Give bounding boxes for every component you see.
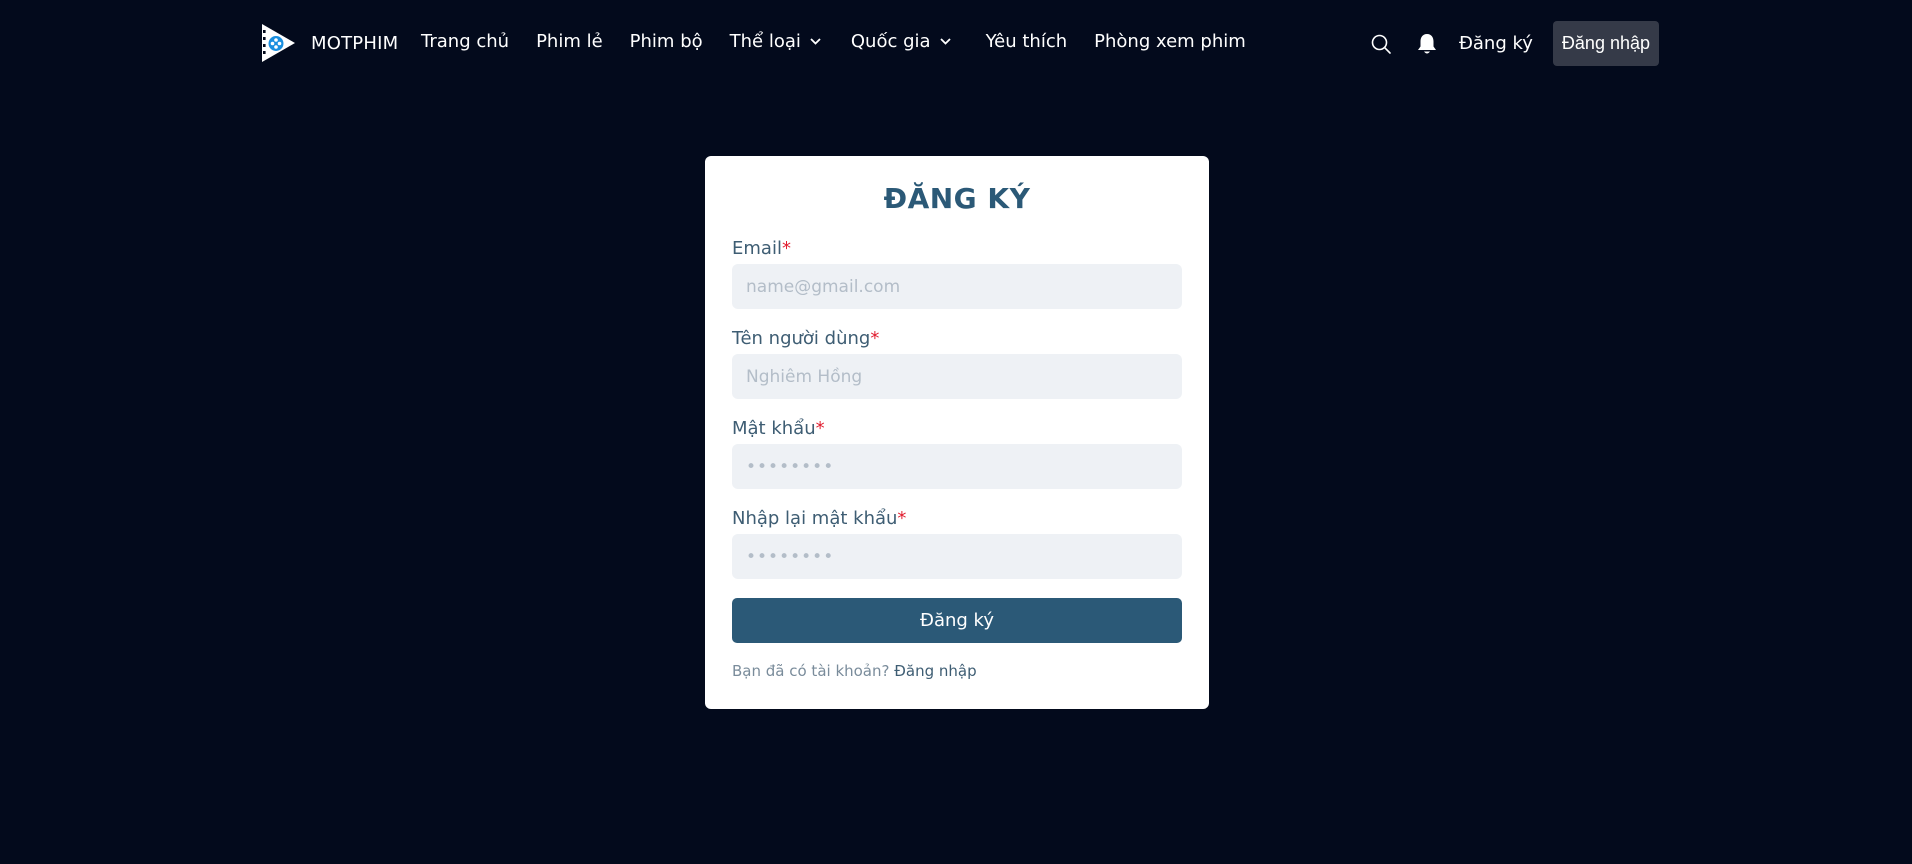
required-mark: * [897,508,907,529]
nav-item-home[interactable]: Trang chủ [421,31,509,52]
required-mark: * [781,238,791,259]
logo-text: MOTPHIM [311,32,399,54]
header-register-link[interactable]: Đăng ký [1459,33,1533,54]
main-nav: Trang chủ Phim lẻ Phim bộ Thể loại Quốc … [421,31,1246,52]
username-label: Tên người dùng* [732,328,879,349]
register-card: ĐĂNG KÝ Email* Tên người dùng* Mật khẩu*… [705,156,1209,709]
password-field[interactable] [732,444,1182,489]
notifications-button[interactable] [1415,32,1439,56]
login-prompt-text: Bạn đã có tài khoản? [732,662,890,680]
username-label-text: Tên người dùng [732,328,871,349]
top-navbar: MOTPHIM Trang chủ Phim lẻ Phim bộ Thể lo… [0,0,1912,86]
form-title: ĐĂNG KÝ [883,182,1031,215]
nav-item-movies[interactable]: Phim lẻ [536,31,603,52]
login-prompt: Bạn đã có tài khoản? Đăng nhập [732,662,977,680]
search-button[interactable] [1369,32,1393,56]
password-label-text: Mật khẩu [732,418,816,439]
nav-item-genres[interactable]: Thể loại [730,31,821,52]
username-field[interactable] [732,354,1182,399]
chevron-down-icon [939,38,951,45]
chevron-down-icon [810,38,821,45]
confirm-password-label: Nhập lại mật khẩu* [732,508,906,529]
email-label: Email* [732,238,791,259]
confirm-password-field[interactable] [732,534,1182,579]
login-link[interactable]: Đăng nhập [894,662,976,680]
nav-item-favorites[interactable]: Yêu thích [986,31,1068,52]
header-login-button[interactable]: Đăng nhập [1552,21,1659,66]
required-mark: * [815,418,825,439]
email-label-text: Email [732,238,782,259]
required-mark: * [870,328,880,349]
bell-icon [1417,33,1436,53]
confirm-password-label-text: Nhập lại mật khẩu [732,508,898,529]
password-label: Mật khẩu* [732,418,825,439]
nav-item-genres-label: Thể loại [729,31,801,52]
search-icon [1371,34,1391,54]
site-logo[interactable]: MOTPHIM [259,22,398,64]
register-submit-button[interactable]: Đăng ký [732,598,1182,643]
nav-item-watch-room[interactable]: Phòng xem phim [1094,31,1246,52]
nav-item-series[interactable]: Phim bộ [630,31,703,52]
nav-item-countries-label: Quốc gia [850,31,931,52]
header-actions: Đăng ký Đăng nhập [1369,21,1659,66]
play-film-icon [262,24,295,62]
nav-item-countries[interactable]: Quốc gia [851,31,951,52]
email-field[interactable] [732,264,1182,309]
